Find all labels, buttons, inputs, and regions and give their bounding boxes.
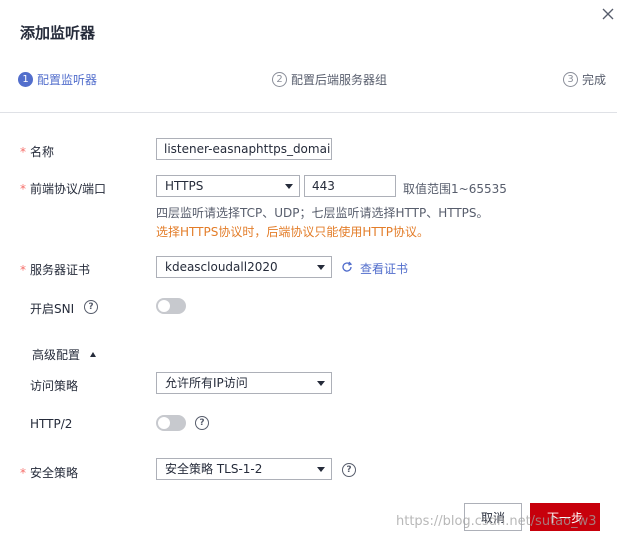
sni-label: 开启SNI: [30, 302, 75, 316]
refresh-icon[interactable]: [341, 261, 353, 273]
close-icon[interactable]: [600, 6, 616, 22]
security-policy-select[interactable]: 安全策略 TLS-1-2: [156, 458, 332, 480]
required-mark: *: [20, 182, 26, 196]
step-finish: 3 完成: [563, 70, 606, 88]
required-mark: *: [20, 466, 26, 480]
wizard-steps: 1 配置监听器 2 配置后端服务器组 3 完成: [0, 70, 617, 90]
help-icon[interactable]: ?: [195, 416, 209, 430]
protocol-select[interactable]: HTTPS: [156, 175, 300, 197]
protocol-port-label: * 前端协议/端口: [20, 182, 107, 196]
cancel-button[interactable]: 取消: [464, 503, 522, 531]
required-mark: *: [20, 263, 26, 277]
port-range-hint: 取值范围1~65535: [403, 182, 507, 196]
step-number: 3: [563, 71, 578, 87]
toggle-knob: [158, 417, 170, 429]
step-configure-backend: 2 配置后端服务器组: [272, 70, 387, 88]
advanced-config-toggle[interactable]: 高级配置: [32, 346, 97, 363]
next-step-button[interactable]: 下一步: [530, 503, 600, 531]
help-icon[interactable]: ?: [84, 300, 98, 314]
step-configure-listener: 1 配置监听器: [18, 70, 97, 88]
step-label: 配置后端服务器组: [291, 72, 388, 87]
step-label: 完成: [582, 72, 607, 87]
access-policy-label: 访问策略: [30, 379, 79, 393]
access-policy-select[interactable]: 允许所有IP访问: [156, 372, 332, 394]
http2-label: HTTP/2: [30, 417, 73, 431]
caret-up-icon: [90, 352, 97, 357]
add-listener-dialog: 添加监听器 1 配置监听器 2 配置后端服务器组 3 完成 * 名称 listen…: [0, 0, 617, 541]
required-mark: *: [20, 145, 26, 159]
chevron-down-icon: [317, 381, 325, 386]
chevron-down-icon: [317, 467, 325, 472]
port-input[interactable]: 443: [304, 175, 396, 197]
certificate-label: * 服务器证书: [20, 263, 91, 277]
view-certificate-link[interactable]: 查看证书: [360, 260, 408, 277]
http2-toggle[interactable]: [156, 415, 186, 431]
dialog-title: 添加监听器: [20, 24, 96, 42]
security-policy-label: * 安全策略: [20, 466, 79, 480]
step-number: 2: [272, 71, 287, 87]
header-divider: [0, 112, 617, 113]
help-icon[interactable]: ?: [342, 463, 356, 477]
sni-toggle[interactable]: [156, 298, 186, 314]
https-warning: 选择HTTPS协议时，后端协议只能使用HTTP协议。: [156, 225, 430, 239]
name-input[interactable]: listener-easnaphttps_domains: [156, 138, 332, 160]
name-label: * 名称: [20, 145, 55, 159]
protocol-hint: 四层监听请选择TCP、UDP；七层监听请选择HTTP、HTTPS。: [156, 206, 489, 220]
toggle-knob: [158, 300, 170, 312]
chevron-down-icon: [285, 184, 293, 189]
chevron-down-icon: [317, 265, 325, 270]
step-label: 配置监听器: [37, 72, 98, 87]
step-number: 1: [18, 71, 33, 87]
certificate-select[interactable]: kdeascloudall2020: [156, 256, 332, 278]
